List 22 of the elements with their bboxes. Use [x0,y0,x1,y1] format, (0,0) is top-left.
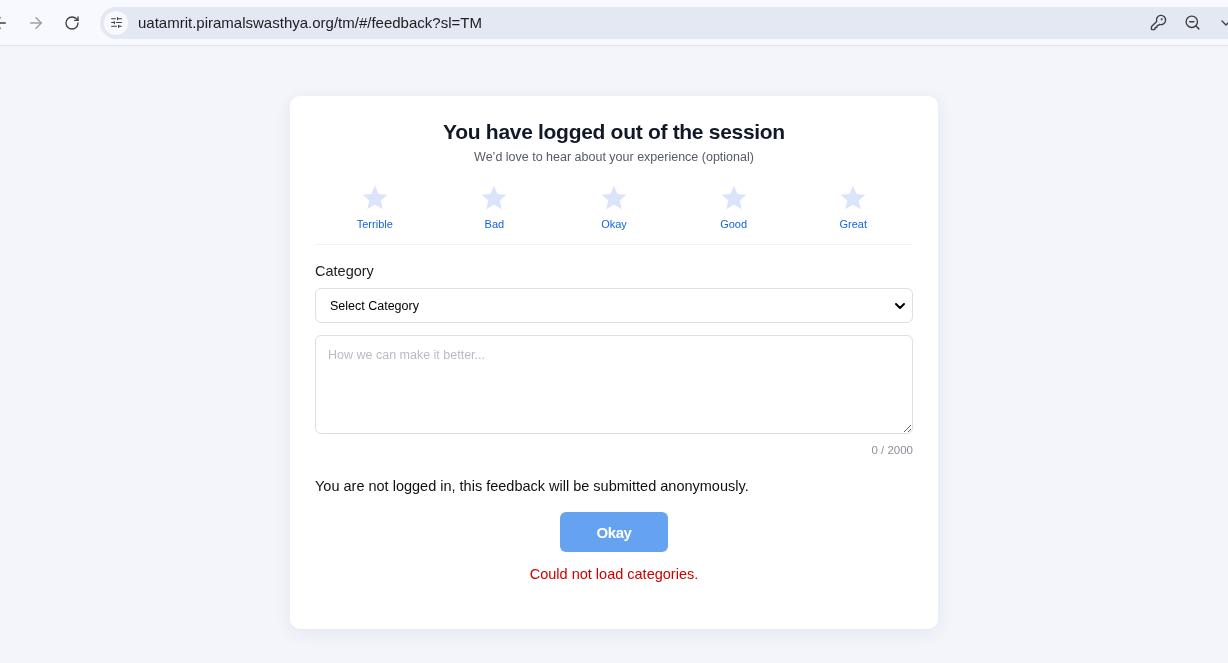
star-icon [480,184,509,212]
key-icon[interactable] [1148,12,1168,33]
feedback-textarea[interactable]: How we can make it better... [315,335,913,434]
star-icon [600,184,628,212]
card-title: You have logged out of the session [442,120,786,144]
url-text: uatamrit.piramalswasthya.org/tm/#/feedback?sl=TM [138,14,483,31]
star-icon [719,184,748,212]
rating-option[interactable]: Terrible [315,184,435,230]
category-select[interactable]: Select Category [315,288,913,323]
star-icon [839,184,868,212]
rating-option[interactable]: Okay [554,184,674,230]
star-icon [360,184,389,212]
character-counter: 0 / 2000 [871,444,913,456]
rating-option[interactable]: Good [673,184,794,230]
rating-option[interactable]: Great [793,184,913,230]
card-subtitle: We’d love to hear about your experience (optional) [473,150,755,164]
site-info-icon[interactable] [104,10,128,35]
rating-option[interactable]: Bad [434,184,555,230]
category-label: Category [315,263,375,279]
anonymous-notice: You are not logged in, this feedback will be submitted anonymously. [315,478,750,494]
address-bar[interactable]: uatamrit.piramalswasthya.org/tm/#/feedback?sl=TM [100,6,1228,39]
error-message: Could not load categories. [528,566,700,582]
